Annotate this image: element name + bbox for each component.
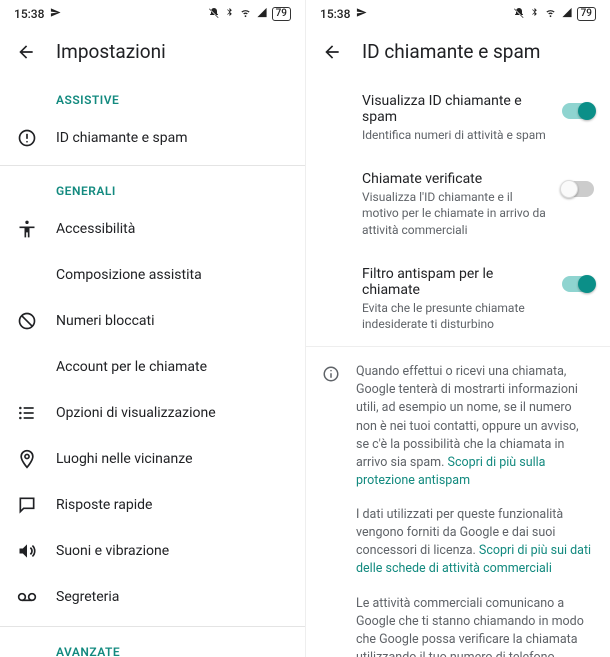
silent-icon: [208, 7, 220, 22]
speaker-icon: [16, 541, 38, 561]
row-label: Risposte rapide: [56, 497, 152, 513]
row-label: Segreteria: [56, 589, 119, 605]
caller-id-spam-screen: 15:38 79 ID chiamante e spam: [305, 0, 610, 657]
toggle-show-caller-id[interactable]: [562, 103, 594, 119]
row-call-accounts[interactable]: Account per le chiamate: [0, 344, 305, 390]
wifi-icon: [239, 7, 252, 21]
status-time: 15:38: [14, 7, 44, 21]
toggle-spam-filter[interactable]: [562, 276, 594, 292]
row-label: Luoghi nelle vicinanze: [56, 451, 193, 467]
row-nearby-places[interactable]: Luoghi nelle vicinanze: [0, 436, 305, 482]
voicemail-icon: [16, 587, 38, 607]
block-icon: [16, 311, 38, 331]
divider: [0, 626, 305, 627]
battery-level: 79: [272, 7, 291, 21]
settings-screen: 15:38 79 Impostazioni ASS: [0, 0, 305, 657]
location-pin-icon: [16, 449, 38, 469]
signal-icon: [561, 7, 573, 21]
row-accessibility[interactable]: Accessibilità: [0, 206, 305, 252]
chat-icon: [16, 495, 38, 515]
row-display-options[interactable]: Opzioni di visualizzazione: [0, 390, 305, 436]
info-paragraph-2: I dati utilizzati per queste funzionalit…: [356, 506, 594, 579]
row-quick-responses[interactable]: Risposte rapide: [0, 482, 305, 528]
status-time: 15:38: [320, 7, 350, 21]
row-blocked-numbers[interactable]: Numeri bloccati: [0, 298, 305, 344]
signal-icon: [256, 7, 268, 21]
row-sounds-vibration[interactable]: Suoni e vibrazione: [0, 528, 305, 574]
row-label: Composizione assistita: [56, 267, 202, 283]
section-generali: GENERALI: [0, 170, 305, 206]
info-icon: [16, 128, 38, 148]
battery-level: 79: [577, 7, 596, 21]
row-label: Accessibilità: [56, 221, 135, 237]
setting-subtitle: Visualizza l'ID chiamante e il motivo pe…: [362, 189, 550, 238]
row-assisted-dial[interactable]: Composizione assistita: [0, 252, 305, 298]
row-label: Account per le chiamate: [56, 359, 207, 375]
setting-subtitle: Identifica numeri di attività e spam: [362, 127, 550, 143]
location-icon: [356, 7, 367, 21]
setting-subtitle: Evita che le presunte chiamate indesider…: [362, 300, 550, 332]
row-label: ID chiamante e spam: [56, 130, 188, 146]
status-bar: 15:38 79: [306, 0, 610, 28]
app-bar: ID chiamante e spam: [306, 28, 610, 79]
setting-spam-filter[interactable]: Filtro antispam per le chiamate Evita ch…: [306, 252, 610, 346]
accessibility-icon: [16, 219, 38, 239]
info-block: Quando effettui o ricevi una chiamata, G…: [306, 347, 610, 657]
row-label: Numeri bloccati: [56, 313, 155, 329]
row-label: Opzioni di visualizzazione: [56, 405, 216, 421]
info-paragraph-1: Quando effettui o ricevi una chiamata, G…: [356, 363, 594, 490]
toggle-verified-calls[interactable]: [562, 181, 594, 197]
bluetooth-icon: [224, 7, 235, 21]
setting-title: Chiamate verificate: [362, 171, 550, 187]
setting-title: Filtro antispam per le chiamate: [362, 266, 550, 298]
wifi-icon: [544, 7, 557, 21]
list-icon: [16, 403, 38, 423]
setting-title: Visualizza ID chiamante e spam: [362, 93, 550, 125]
setting-verified-calls[interactable]: Chiamate verificate Visualizza l'ID chia…: [306, 157, 610, 252]
back-icon[interactable]: [322, 42, 342, 62]
back-icon[interactable]: [16, 42, 36, 62]
status-bar: 15:38 79: [0, 0, 305, 28]
row-voicemail[interactable]: Segreteria: [0, 574, 305, 620]
section-avanzate: AVANZATE: [0, 631, 305, 657]
section-assistive: ASSISTIVE: [0, 79, 305, 115]
page-title: Impostazioni: [56, 40, 166, 63]
silent-icon: [513, 7, 525, 22]
page-title: ID chiamante e spam: [362, 40, 540, 63]
setting-show-caller-id[interactable]: Visualizza ID chiamante e spam Identific…: [306, 79, 610, 157]
row-caller-id-spam[interactable]: ID chiamante e spam: [0, 115, 305, 161]
app-bar: Impostazioni: [0, 28, 305, 79]
location-icon: [50, 7, 61, 21]
bluetooth-icon: [529, 7, 540, 21]
divider: [0, 165, 305, 166]
info-outline-icon: [322, 363, 342, 657]
info-paragraph-3: Le attività commerciali comunicano a Goo…: [356, 595, 594, 657]
row-label: Suoni e vibrazione: [56, 543, 169, 559]
